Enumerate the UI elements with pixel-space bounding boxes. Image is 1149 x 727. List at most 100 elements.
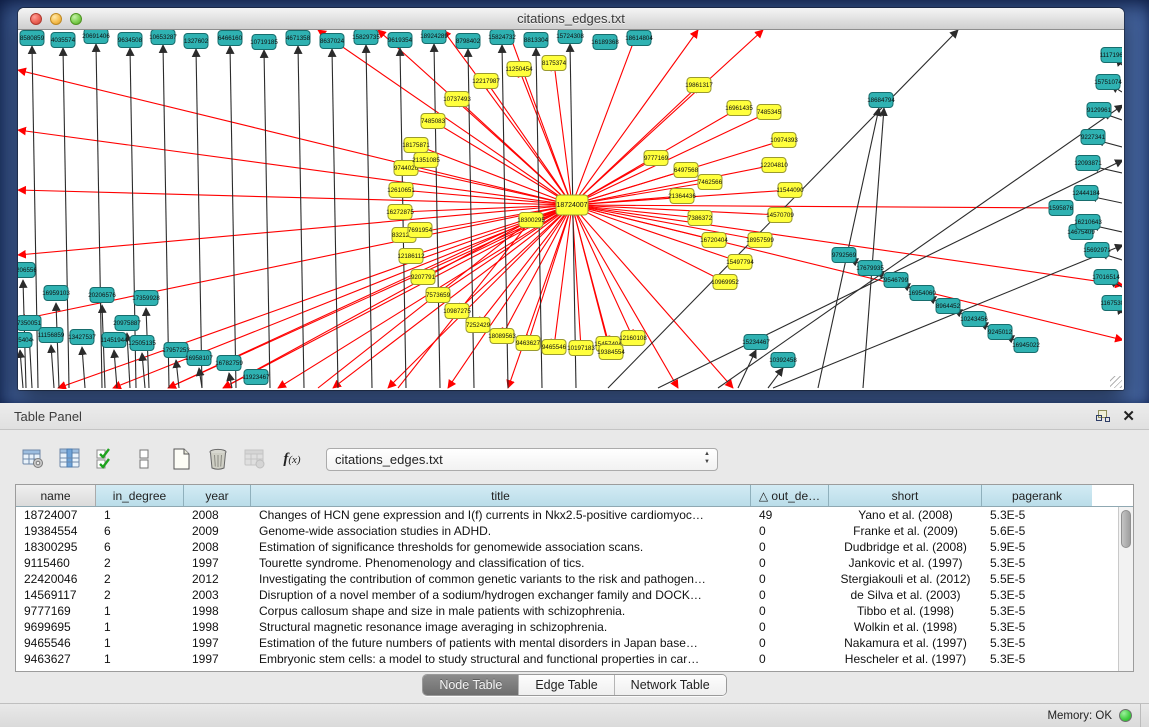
graph-node[interactable]: 9634508 <box>118 33 143 48</box>
column-header-in-degree[interactable]: in_degree <box>96 485 184 506</box>
graph-node[interactable]: 15234467 <box>742 335 770 350</box>
graph-node[interactable]: 14570709 <box>766 208 794 223</box>
graph-node[interactable]: 11923467 <box>242 370 270 385</box>
graph-node[interactable]: 9463627 <box>516 336 541 351</box>
tab-node-table[interactable]: Node Table <box>423 675 519 695</box>
close-window-button[interactable] <box>30 13 42 25</box>
graph-edge[interactable] <box>20 350 23 388</box>
graph-node[interactable]: 10974393 <box>770 133 798 148</box>
table-row[interactable]: 946362711997Embryonic stem cells: a mode… <box>16 651 1118 667</box>
graph-edge[interactable] <box>230 46 236 388</box>
graph-node[interactable]: 16954060 <box>908 286 936 301</box>
graph-edge[interactable] <box>572 30 698 205</box>
graph-node[interactable]: 8580859 <box>20 31 45 46</box>
zoom-window-button[interactable] <box>70 13 82 25</box>
graph-node[interactable]: 16720404 <box>700 233 728 248</box>
graph-node[interactable]: 4671358 <box>286 31 311 46</box>
graph-node[interactable]: 7350051 <box>18 316 42 331</box>
graph-node[interactable]: 18089563 <box>488 329 516 344</box>
graph-node[interactable]: 6466160 <box>218 31 243 46</box>
graph-node[interactable]: 7485345 <box>757 105 782 120</box>
graph-node[interactable]: 18684794 <box>867 93 895 108</box>
table-row[interactable]: 2242004622012Investigating the contribut… <box>16 571 1118 587</box>
graph-edge[interactable] <box>18 70 572 205</box>
column-header-name[interactable]: name <box>16 485 96 506</box>
graph-node[interactable]: 16272875 <box>386 205 414 220</box>
graph-node[interactable]: 10969952 <box>711 275 739 290</box>
graph-node[interactable]: 18300295 <box>517 213 545 228</box>
graph-node[interactable]: 3915404 <box>18 333 33 348</box>
graph-edge[interactable] <box>773 245 1122 388</box>
graph-node[interactable]: 6497568 <box>674 163 699 178</box>
graph-node[interactable]: 8798402 <box>456 34 481 49</box>
graph-node[interactable]: 12093871 <box>1074 156 1102 171</box>
graph-edge[interactable] <box>18 130 572 205</box>
graph-node[interactable]: 9619354 <box>388 33 413 48</box>
column-header-out-de-[interactable]: △ out_de… <box>751 485 829 506</box>
table-selector-dropdown[interactable]: citations_edges.txt ▲▼ <box>326 448 718 471</box>
graph-node[interactable]: 19861317 <box>685 78 713 93</box>
graph-node[interactable]: 9129961 <box>1087 103 1112 118</box>
graph-node[interactable]: 13427537 <box>68 330 96 345</box>
table-row[interactable]: 1938455462009Genome-wide association stu… <box>16 523 1118 539</box>
graph-edge[interactable] <box>366 45 372 388</box>
function-builder-icon[interactable]: f(x) <box>277 444 307 474</box>
table-row[interactable]: 911546021997Tourette syndrome. Phenomeno… <box>16 555 1118 571</box>
graph-node[interactable]: 1327602 <box>184 34 209 49</box>
graph-node[interactable]: 9227341 <box>1081 130 1106 145</box>
graph-edge[interactable] <box>400 205 572 212</box>
graph-node[interactable]: 17679935 <box>856 261 884 276</box>
column-header-pagerank[interactable]: pagerank <box>982 485 1092 506</box>
graph-edge[interactable] <box>434 44 440 388</box>
vertical-scrollbar[interactable] <box>1118 507 1133 671</box>
graph-node[interactable]: 12186112 <box>397 249 425 264</box>
graph-node[interactable]: 15497794 <box>726 255 754 270</box>
graph-node[interactable]: 20975887 <box>113 316 141 331</box>
graph-edge[interactable] <box>572 205 760 240</box>
graph-node[interactable]: 10987275 <box>443 304 471 319</box>
graph-node[interactable]: 7573659 <box>426 288 451 303</box>
graph-edge[interactable] <box>114 350 117 388</box>
network-window[interactable]: citations_edges.txt 18724007817537411250… <box>18 8 1124 390</box>
row-height-icon[interactable] <box>129 444 159 474</box>
network-canvas[interactable]: 1872400781753741125045412217987107374937… <box>18 30 1122 389</box>
graph-node[interactable]: 21351085 <box>412 153 440 168</box>
graph-edge[interactable] <box>738 350 756 388</box>
graph-node[interactable]: 11544090 <box>776 183 804 198</box>
graph-edge[interactable] <box>572 205 1122 285</box>
graph-node[interactable]: 8813304 <box>524 33 549 48</box>
graph-node[interactable]: 4035574 <box>51 33 76 48</box>
table-row[interactable]: 1830029562008Estimation of significance … <box>16 539 1118 555</box>
graph-node[interactable]: 10737493 <box>443 92 471 107</box>
table-row[interactable]: 946554611997Estimation of the future num… <box>16 635 1118 651</box>
graph-node[interactable]: 18957599 <box>746 233 774 248</box>
graph-node[interactable]: 7386372 <box>688 211 713 226</box>
graph-node[interactable]: 18614804 <box>625 31 653 46</box>
graph-node[interactable]: 15829735 <box>352 30 380 45</box>
table-settings-icon[interactable] <box>18 444 48 474</box>
graph-node[interactable]: 8964452 <box>936 299 961 314</box>
graph-node[interactable]: 20691406 <box>82 30 110 44</box>
graph-node[interactable]: 16959103 <box>42 286 70 301</box>
graph-node[interactable]: 17359928 <box>132 291 160 306</box>
table-row[interactable]: 1456911722003Disruption of a novel membe… <box>16 587 1118 603</box>
graph-node[interactable]: 11675300 <box>1100 296 1122 311</box>
table-row[interactable]: 969969511998Structural magnetic resonanc… <box>16 619 1118 635</box>
network-window-titlebar[interactable]: citations_edges.txt <box>18 8 1124 30</box>
graph-edge[interactable] <box>229 373 232 388</box>
window-resize-grip[interactable] <box>1110 376 1122 388</box>
graph-node[interactable]: 1595876 <box>1049 201 1074 216</box>
graph-node[interactable]: 18175871 <box>402 138 430 153</box>
graph-node[interactable]: 9207791 <box>411 270 436 285</box>
graph-node[interactable]: 16961435 <box>725 101 753 116</box>
graph-node[interactable]: 25206556 <box>18 263 37 278</box>
new-column-icon[interactable] <box>166 444 196 474</box>
float-panel-icon[interactable] <box>1096 410 1110 423</box>
graph-node[interactable]: 11451944 <box>100 333 128 348</box>
graph-edge[interactable] <box>264 50 270 388</box>
minimize-window-button[interactable] <box>50 13 62 25</box>
graph-node[interactable]: 15751074 <box>1094 75 1122 90</box>
graph-edge[interactable] <box>298 46 304 388</box>
graph-edge[interactable] <box>448 205 572 388</box>
graph-node[interactable]: 12444184 <box>1072 186 1100 201</box>
